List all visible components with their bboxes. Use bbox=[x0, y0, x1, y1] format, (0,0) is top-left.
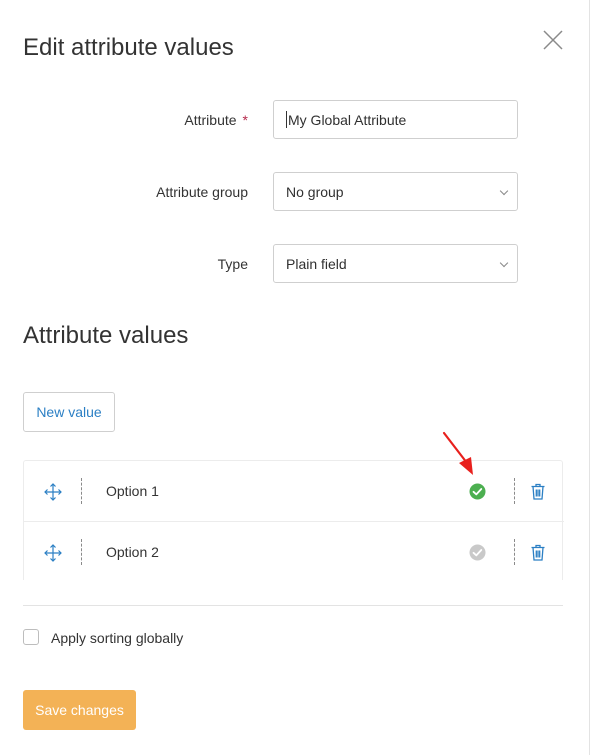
active-check-icon[interactable] bbox=[469, 483, 486, 500]
divider bbox=[81, 478, 82, 504]
type-label: Type bbox=[217, 256, 248, 272]
edit-attribute-dialog: Edit attribute values Attribute * My Glob… bbox=[0, 0, 590, 755]
trash-icon[interactable] bbox=[530, 483, 546, 500]
attribute-group-select[interactable]: No group bbox=[273, 172, 518, 211]
attribute-values-heading: Attribute values bbox=[23, 322, 189, 349]
value-label: Option 1 bbox=[106, 483, 159, 499]
apply-sorting-label: Apply sorting globally bbox=[51, 630, 184, 646]
inactive-check-icon[interactable] bbox=[469, 544, 486, 561]
attribute-group-label: Attribute group bbox=[156, 184, 248, 200]
divider bbox=[514, 539, 515, 565]
close-icon[interactable] bbox=[541, 28, 565, 52]
attribute-values-list: Option 1 Option 2 bbox=[23, 460, 564, 581]
divider bbox=[514, 478, 515, 504]
type-value: Plain field bbox=[286, 255, 347, 272]
save-changes-button[interactable]: Save changes bbox=[23, 690, 136, 730]
divider bbox=[81, 539, 82, 565]
required-mark: * bbox=[242, 112, 248, 128]
attribute-label-text: Attribute bbox=[184, 112, 237, 128]
list-item: Option 1 bbox=[24, 461, 564, 521]
type-select[interactable]: Plain field bbox=[273, 244, 518, 283]
value-label: Option 2 bbox=[106, 544, 159, 560]
dialog-title: Edit attribute values bbox=[23, 34, 234, 61]
new-value-button[interactable]: New value bbox=[23, 392, 115, 432]
attribute-label: Attribute * bbox=[184, 112, 248, 128]
attribute-name-value: My Global Attribute bbox=[288, 111, 407, 128]
attribute-group-value: No group bbox=[286, 183, 344, 200]
chevron-down-icon bbox=[499, 258, 509, 268]
trash-icon[interactable] bbox=[530, 544, 546, 561]
list-item: Option 2 bbox=[24, 521, 564, 581]
drag-handle-icon[interactable] bbox=[44, 483, 62, 501]
annotation-arrow-icon bbox=[440, 430, 480, 480]
attribute-name-input[interactable]: My Global Attribute bbox=[273, 100, 518, 139]
drag-handle-icon[interactable] bbox=[44, 544, 62, 562]
chevron-down-icon bbox=[499, 186, 509, 196]
text-cursor bbox=[286, 111, 287, 128]
section-divider bbox=[23, 605, 563, 606]
apply-sorting-checkbox[interactable] bbox=[23, 629, 39, 645]
